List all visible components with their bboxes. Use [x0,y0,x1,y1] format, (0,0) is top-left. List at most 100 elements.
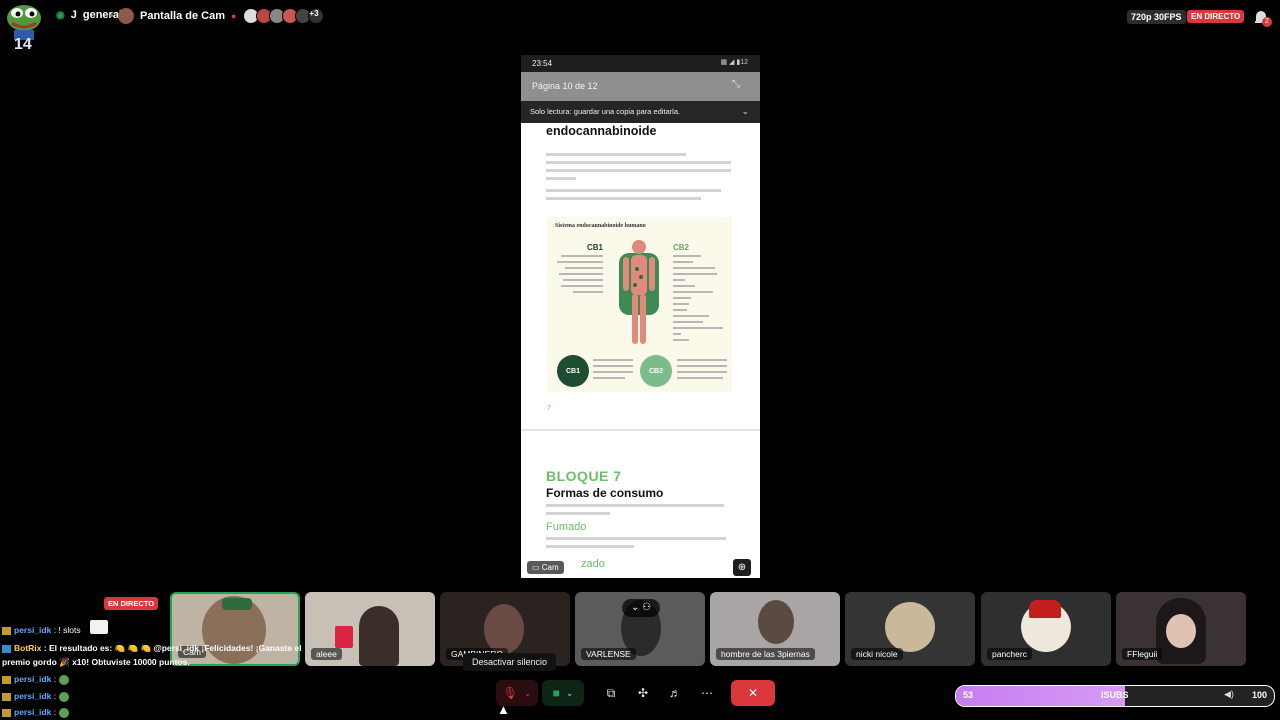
text-line [673,303,689,305]
participant-name: FFleguii [1122,648,1163,660]
subsection-title: Fumado [546,521,587,533]
phone-status-bar: 23:54 ▦ ◢ ▮12 [521,55,760,72]
glasses [222,598,252,610]
text-line [673,291,713,293]
sub-goal-current: 53 [963,690,974,700]
unmute-tooltip: Desactivar silencio [463,653,557,671]
page-divider [521,429,760,431]
page-number: 7 [547,405,551,412]
channel-name: general [82,9,122,21]
text-line [673,261,693,263]
sub-goal-target: 100 [1251,690,1267,700]
subsection-title-2: zado [581,558,605,570]
screen-share-stream[interactable]: 23:54 ▦ ◢ ▮12 Página 10 de 12 ⤡ Solo lec… [521,55,760,578]
participant-tile[interactable]: Cam [170,592,300,666]
sign [335,626,353,648]
chat-line: persi_idk : [2,707,70,718]
chat-text: : [51,691,57,701]
text-line [593,371,633,373]
participant-name: aleee [311,648,342,660]
more-icon: ⋯ [701,686,713,700]
hang-up-icon: ✕ [747,686,759,700]
chat-live-badge: EN DIRECTO [104,597,159,610]
cb1-circle: CB1 [557,355,589,387]
participant-name: pancherc [987,648,1032,660]
paragraph-line [546,512,610,515]
chevron-down-icon: ⌄ [741,106,749,116]
text-line [673,267,715,269]
mic-muted-icon: 🎙 [502,686,518,700]
participant-tile[interactable]: FFleguii [1116,592,1246,666]
text-line [673,309,687,311]
stream-owner-name: Cam [541,563,559,572]
top-bar: 14 ◉ J general Pantalla de Cam ● +3 720p… [0,0,1280,53]
camera-icon: ■ [552,686,560,700]
stream-quality-badge: 720p 30FPS [1127,10,1186,24]
participant-tile[interactable]: nicki nicole [845,592,975,666]
chat-line: premio gordo 🎉 x10! Obtuviste 10000 punt… [2,657,190,668]
participant-tile[interactable]: pancherc [981,592,1111,666]
emote-icon [59,691,70,702]
readonly-text: Solo lectura: guardar una copia para edi… [530,107,681,116]
soundboard-icon: ♬ [669,686,681,700]
camera-button[interactable]: ■ ⌄ [542,680,584,706]
text-line [573,291,603,293]
live-badge: EN DIRECTO [1187,10,1245,23]
document-page: endocannabinoide Sistema endocannabinoid… [521,123,760,578]
share-screen-button[interactable]: ⧉ [597,680,625,706]
text-line [593,365,633,367]
video-options-button[interactable]: ⌄ ⚇ [622,599,660,617]
human-body-icon [619,240,659,344]
chat-line: persi_idk : [2,691,70,702]
chat-line: BotRix : El resultado es: 🍋 🍋 🍋 @persi_i… [2,643,302,654]
paragraph-line [546,197,701,200]
video-feed [359,606,399,666]
text-line [563,279,603,281]
participant-tile[interactable]: aleee [305,592,435,666]
cb2-heading: CB2 [673,243,690,252]
disconnect-button[interactable]: ✕ [731,680,775,706]
screen-share-title[interactable]: Pantalla de Cam ● +3 [118,8,325,24]
chat-badge-icon [2,708,11,717]
chat-text: premio gordo 🎉 x10! Obtuviste 10000 punt… [2,657,190,667]
avatar [885,602,935,652]
text-line [673,333,681,335]
collapse-icon: ⤡ [732,79,740,90]
chat-text: : El resultado es: 🍋 🍋 🍋 @persi_idk ¡Fel… [41,643,302,653]
text-line [677,365,727,367]
sharer-avatar [118,8,134,24]
text-line [677,371,727,373]
emote-icon [59,674,70,685]
paragraph-line [546,189,721,192]
text-line [677,359,727,361]
participant-avatars[interactable]: +3 [243,8,325,24]
chat-text: : [51,707,57,717]
infographic-title: Sistema endocannabinoide humano [555,223,646,229]
chat-badge-icon [2,675,11,684]
participant-name: hombre de las 3piernas [716,648,815,660]
chat-user: persi_idk [14,674,52,684]
page-indicator: Página 10 de 12 [532,81,598,91]
doc-heading: endocannabinoide [546,124,657,138]
paragraph-line [546,537,726,540]
fez-hat [1029,600,1061,618]
channel-prefix: J [70,9,77,21]
text-line [673,327,723,329]
participant-tile[interactable]: hombre de las 3piernas [710,592,840,666]
chat-sticker [90,620,108,634]
mouse-cursor: ▲ [497,702,510,717]
share-screen-icon: ⧉ [606,685,616,700]
chat-text: : [51,674,57,684]
soundboard-button[interactable]: ♬ [661,680,689,706]
zoom-icon[interactable]: ⊕ [733,559,751,576]
more-options-button[interactable]: ⋯ [693,680,721,706]
emote-icon [59,707,70,718]
bot-badge-icon [2,644,11,653]
chat-badge-icon [2,692,11,701]
text-line [673,339,689,341]
paragraph-line [546,169,731,172]
text-line [673,315,709,317]
activities-button[interactable]: ✣ [629,680,657,706]
chat-text: : ! slots [51,625,81,635]
text-line [673,255,701,257]
